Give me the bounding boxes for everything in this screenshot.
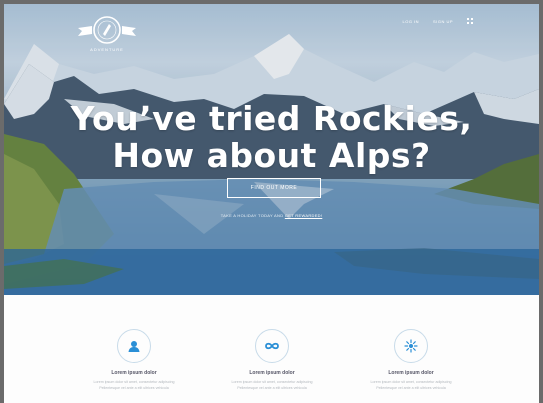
snowflake-icon	[404, 339, 418, 353]
feature-description: Lorem ipsum dolor sit amet, consectetur …	[351, 379, 471, 391]
screenshot-frame: ADVENTURE LOG IN SIGN UP You’ve tried Ro…	[0, 0, 543, 403]
feature-icon-ring	[394, 329, 428, 363]
find-out-more-button[interactable]: FIND OUT MORE	[227, 178, 321, 198]
feature-icon-ring	[117, 329, 151, 363]
logo-wordmark: ADVENTURE	[90, 47, 124, 52]
person-icon	[128, 341, 140, 352]
subline-text: TAKE A HOLIDAY TODAY AND	[220, 213, 284, 218]
landing-page: ADVENTURE LOG IN SIGN UP You’ve tried Ro…	[4, 4, 539, 403]
signup-link[interactable]: SIGN UP	[433, 19, 453, 24]
feature-description: Lorem ipsum dolor sit amet, consectetur …	[212, 379, 332, 391]
feature-card: Lorem ipsum dolor Lorem ipsum dolor sit …	[74, 329, 194, 391]
infinity-icon	[265, 342, 279, 350]
feature-card: Lorem ipsum dolor Lorem ipsum dolor sit …	[212, 329, 332, 391]
feature-desc-line: Pellentesque vel ante a elit ultrices ve…	[99, 386, 169, 390]
grid-icon[interactable]	[467, 18, 473, 24]
hero-headline: You’ve tried Rockies, How about Alps?	[4, 100, 539, 174]
hero-subline: TAKE A HOLIDAY TODAY AND GET REWARDED!	[4, 213, 539, 218]
feature-description: Lorem ipsum dolor sit amet, consectetur …	[74, 379, 194, 391]
hero-section: ADVENTURE LOG IN SIGN UP You’ve tried Ro…	[4, 4, 539, 295]
compass-icon	[78, 16, 136, 44]
get-rewarded-link[interactable]: GET REWARDED!	[285, 213, 322, 218]
feature-desc-line: Pellentesque vel ante a elit ultrices ve…	[237, 386, 307, 390]
features-section: Lorem ipsum dolor Lorem ipsum dolor sit …	[4, 295, 539, 403]
login-link[interactable]: LOG IN	[402, 19, 419, 24]
top-nav: LOG IN SIGN UP	[402, 18, 473, 24]
feature-title: Lorem ipsum dolor	[249, 370, 295, 376]
feature-title: Lorem ipsum dolor	[111, 370, 157, 376]
headline-line-1: You’ve tried Rockies,	[70, 99, 473, 138]
brand-logo[interactable]: ADVENTURE	[76, 14, 138, 54]
headline-line-2: How about Alps?	[112, 136, 431, 175]
feature-card: Lorem ipsum dolor Lorem ipsum dolor sit …	[351, 329, 471, 391]
feature-icon-ring	[255, 329, 289, 363]
feature-desc-line: Pellentesque vel ante a elit ultrices ve…	[376, 386, 446, 390]
feature-title: Lorem ipsum dolor	[388, 370, 434, 376]
